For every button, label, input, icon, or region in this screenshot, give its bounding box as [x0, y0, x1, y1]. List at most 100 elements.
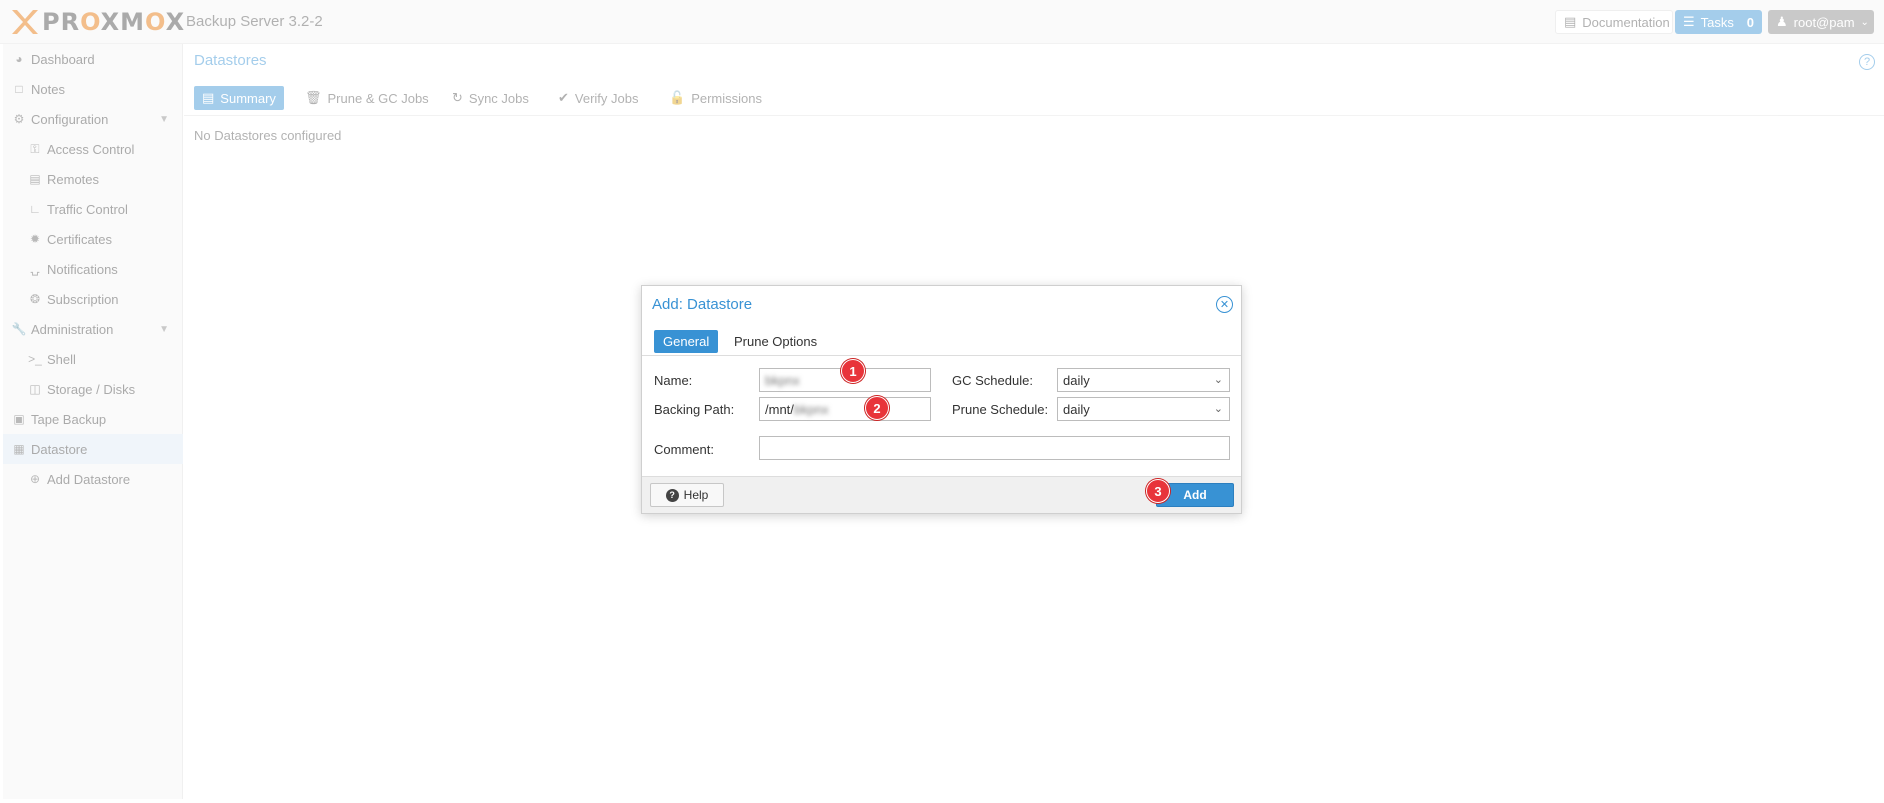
- help-label: Help: [683, 488, 709, 502]
- prune-schedule-select[interactable]: daily ⌄: [1057, 397, 1230, 421]
- tasks-button[interactable]: ☰ Tasks 0: [1675, 10, 1762, 34]
- sidebar-item-label: Add Datastore: [47, 471, 131, 487]
- prune-schedule-label: Prune Schedule:: [952, 402, 1049, 417]
- list-icon: ☰: [1683, 14, 1695, 29]
- gc-schedule-value: daily: [1063, 372, 1090, 388]
- tab-label: Prune & GC Jobs: [327, 90, 429, 106]
- gears-icon: ⚙: [13, 112, 25, 126]
- sidebar-item-label: Subscription: [47, 291, 119, 307]
- backing-path-value: bkpnx: [793, 401, 829, 417]
- chart-icon: ∟: [29, 202, 41, 216]
- sidebar-item-access-control[interactable]: ⚿ Access Control: [3, 134, 183, 164]
- server-icon: ▤: [29, 172, 41, 186]
- sidebar-item-shell[interactable]: >_ Shell: [3, 344, 183, 374]
- chevron-down-icon: ⌄: [1213, 374, 1223, 386]
- backing-path-label: Backing Path:: [654, 402, 735, 417]
- hdd-icon: ◫: [29, 382, 41, 396]
- chevron-down-icon: ⌄: [1213, 403, 1223, 415]
- tab-prune-options[interactable]: Prune Options: [725, 330, 826, 353]
- name-label: Name:: [654, 373, 693, 388]
- tape-icon: ▣: [13, 412, 25, 426]
- tab-prune-gc-jobs[interactable]: 🗑 Prune & GC Jobs: [297, 86, 437, 110]
- help-button[interactable]: ? Help: [650, 483, 724, 507]
- chevron-down-icon[interactable]: ▼: [159, 324, 169, 335]
- sidebar-item-label: Traffic Control: [47, 201, 128, 217]
- page-title: Datastores: [194, 52, 267, 69]
- sidebar-item-administration[interactable]: 🔧 Administration ▼: [3, 314, 183, 344]
- sidebar-item-label: Access Control: [47, 141, 135, 157]
- sidebar-item-label: Notes: [31, 81, 65, 97]
- sidebar-item-label: Notifications: [47, 261, 118, 277]
- chevron-down-icon: ⌄: [1860, 16, 1869, 28]
- comment-input[interactable]: [759, 436, 1230, 460]
- sidebar-item-configuration[interactable]: ⚙ Configuration ▼: [3, 104, 183, 134]
- sidebar-item-label: Dashboard: [31, 51, 95, 67]
- sidebar-item-datastore[interactable]: ▦ Datastore: [3, 434, 183, 464]
- proxmox-logo: PROXMOX: [10, 8, 185, 36]
- sidebar-item-traffic-control[interactable]: ∟ Traffic Control: [3, 194, 183, 224]
- tab-label: Summary: [220, 90, 276, 106]
- logo-text: PROXMOX: [42, 8, 186, 36]
- dialog-title: Add: Datastore: [652, 296, 753, 313]
- product-version: Backup Server 3.2-2: [186, 13, 323, 30]
- terminal-icon: >_: [28, 352, 42, 366]
- check-circle-icon: ✔: [558, 90, 569, 105]
- documentation-button[interactable]: ▤ Documentation: [1555, 10, 1673, 34]
- tab-sync-jobs[interactable]: ↻ Sync Jobs: [444, 86, 537, 110]
- sidebar-item-add-datastore[interactable]: ⊕ Add Datastore: [3, 464, 183, 494]
- sidebar-item-dashboard[interactable]: ◕ Dashboard: [3, 44, 183, 74]
- documentation-label: Documentation: [1582, 14, 1670, 30]
- sidebar-item-label: Administration: [31, 321, 114, 337]
- name-value: bkpnx: [765, 372, 800, 388]
- user-menu-button[interactable]: ♟ root@pam ⌄: [1768, 10, 1874, 34]
- datastore-tabbar: ▤ Summary 🗑 Prune & GC Jobs ↻ Sync Jobs …: [184, 80, 1884, 116]
- note-icon: □: [15, 82, 23, 96]
- top-bar: PROXMOX Backup Server 3.2-2 ▤ Documentat…: [0, 0, 1884, 44]
- gc-schedule-label: GC Schedule:: [952, 373, 1033, 388]
- empty-state-text: No Datastores configured: [194, 128, 342, 143]
- sidebar-item-subscription[interactable]: ❂ Subscription: [3, 284, 183, 314]
- tab-label: Permissions: [691, 90, 762, 106]
- step-marker-2: 2: [865, 396, 889, 420]
- tab-verify-jobs[interactable]: ✔ Verify Jobs: [550, 86, 647, 110]
- question-icon: ?: [665, 488, 679, 502]
- chevron-down-icon[interactable]: ▼: [159, 114, 169, 125]
- book-icon: ▤: [202, 90, 215, 105]
- sidebar-item-tape-backup[interactable]: ▣ Tape Backup: [3, 404, 183, 434]
- sidebar-item-label: Remotes: [47, 171, 100, 187]
- dialog-tabbar: General Prune Options: [642, 328, 1241, 356]
- backing-path-prefix: /mnt/: [765, 401, 794, 417]
- tab-permissions[interactable]: 🔓 Permissions: [661, 86, 770, 110]
- sidebar-item-notes[interactable]: □ Notes: [3, 74, 183, 104]
- step-marker-3: 3: [1146, 479, 1170, 503]
- tab-summary[interactable]: ▤ Summary: [194, 86, 284, 110]
- sidebar-item-label: Configuration: [31, 111, 109, 127]
- sidebar: ◕ Dashboard □ Notes ⚙ Configuration ▼ ⚿ …: [3, 44, 183, 799]
- bell-icon: ⍽: [30, 262, 40, 276]
- step-marker-1: 1: [841, 359, 865, 383]
- proxmox-x-icon: [12, 10, 38, 34]
- sidebar-item-label: Shell: [47, 351, 76, 367]
- prune-schedule-value: daily: [1063, 401, 1090, 417]
- sidebar-item-storage-disks[interactable]: ◫ Storage / Disks: [3, 374, 183, 404]
- sidebar-item-remotes[interactable]: ▤ Remotes: [3, 164, 183, 194]
- lifebuoy-icon: ❂: [29, 292, 41, 306]
- refresh-icon: ↻: [452, 90, 463, 105]
- tasks-count: 0: [1746, 14, 1754, 30]
- plus-circle-icon: ⊕: [29, 472, 41, 486]
- close-icon[interactable]: ✕: [1216, 296, 1233, 313]
- sidebar-item-certificates[interactable]: ✹ Certificates: [3, 224, 183, 254]
- sidebar-item-notifications[interactable]: ⍽ Notifications: [3, 254, 183, 284]
- archive-icon: ▦: [13, 442, 25, 456]
- gc-schedule-select[interactable]: daily ⌄: [1057, 368, 1230, 392]
- tab-general[interactable]: General: [654, 330, 719, 353]
- sidebar-item-label: Datastore: [31, 441, 88, 457]
- tab-label: Verify Jobs: [574, 90, 639, 106]
- dashboard-icon: ◕: [15, 52, 23, 66]
- backing-path-input[interactable]: /mnt/ bkpnx: [759, 397, 931, 421]
- wrench-icon: 🔧: [11, 322, 27, 336]
- help-icon[interactable]: ?: [1859, 54, 1875, 70]
- unlock-icon: 🔓: [669, 90, 686, 105]
- comment-label: Comment:: [654, 442, 714, 457]
- sidebar-item-label: Storage / Disks: [47, 381, 136, 397]
